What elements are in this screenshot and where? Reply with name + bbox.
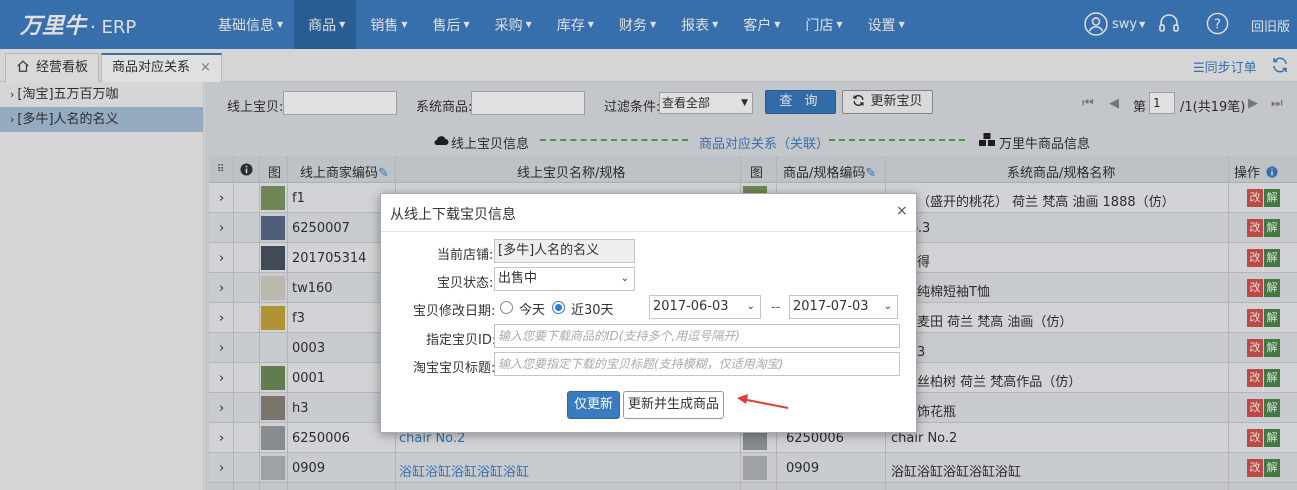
update-and-generate-button[interactable]: 更新并生成商品 bbox=[623, 391, 724, 419]
item-title-label: 淘宝宝贝标题: bbox=[413, 361, 496, 376]
update-only-button[interactable]: 仅更新 bbox=[567, 391, 620, 419]
dialog-header: 从线上下载宝贝信息 × bbox=[381, 194, 916, 232]
item-title-input[interactable]: 输入您要指定下载的宝贝标题(支持模糊，仅适用淘宝) bbox=[494, 352, 900, 376]
radio-30-days-label[interactable]: 近30天 bbox=[571, 299, 614, 318]
dialog-title: 从线上下载宝贝信息 bbox=[390, 207, 516, 223]
chevron-down-icon: ⌄ bbox=[746, 301, 755, 312]
radio-today-label[interactable]: 今天 bbox=[519, 299, 545, 318]
download-items-dialog: 从线上下载宝贝信息 × 当前店铺: [多牛]人名的名义 宝贝状态: 出售中 ⌄ 宝… bbox=[380, 193, 917, 433]
current-shop-value: [多牛]人名的名义 bbox=[494, 239, 635, 263]
annotation-arrow-icon bbox=[737, 394, 789, 409]
status-select[interactable]: 出售中 ⌄ bbox=[494, 267, 635, 291]
close-icon[interactable]: × bbox=[896, 203, 908, 219]
date-to-select[interactable]: 2017-07-03 ⌄ bbox=[789, 295, 898, 319]
date-label: 宝贝修改日期: bbox=[413, 304, 496, 319]
radio-today[interactable] bbox=[500, 301, 513, 314]
chevron-down-icon: ⌄ bbox=[883, 301, 892, 312]
current-shop-label: 当前店铺: bbox=[437, 248, 494, 263]
item-id-input[interactable]: 输入您要下载商品的ID(支持多个,用逗号隔开) bbox=[494, 324, 900, 348]
item-id-label: 指定宝贝ID: bbox=[426, 333, 497, 348]
radio-30-days[interactable] bbox=[552, 301, 565, 314]
date-separator: -- bbox=[771, 300, 781, 315]
chevron-down-icon: ⌄ bbox=[620, 273, 629, 284]
date-from-select[interactable]: 2017-06-03 ⌄ bbox=[649, 295, 761, 319]
status-label: 宝贝状态: bbox=[437, 276, 494, 291]
